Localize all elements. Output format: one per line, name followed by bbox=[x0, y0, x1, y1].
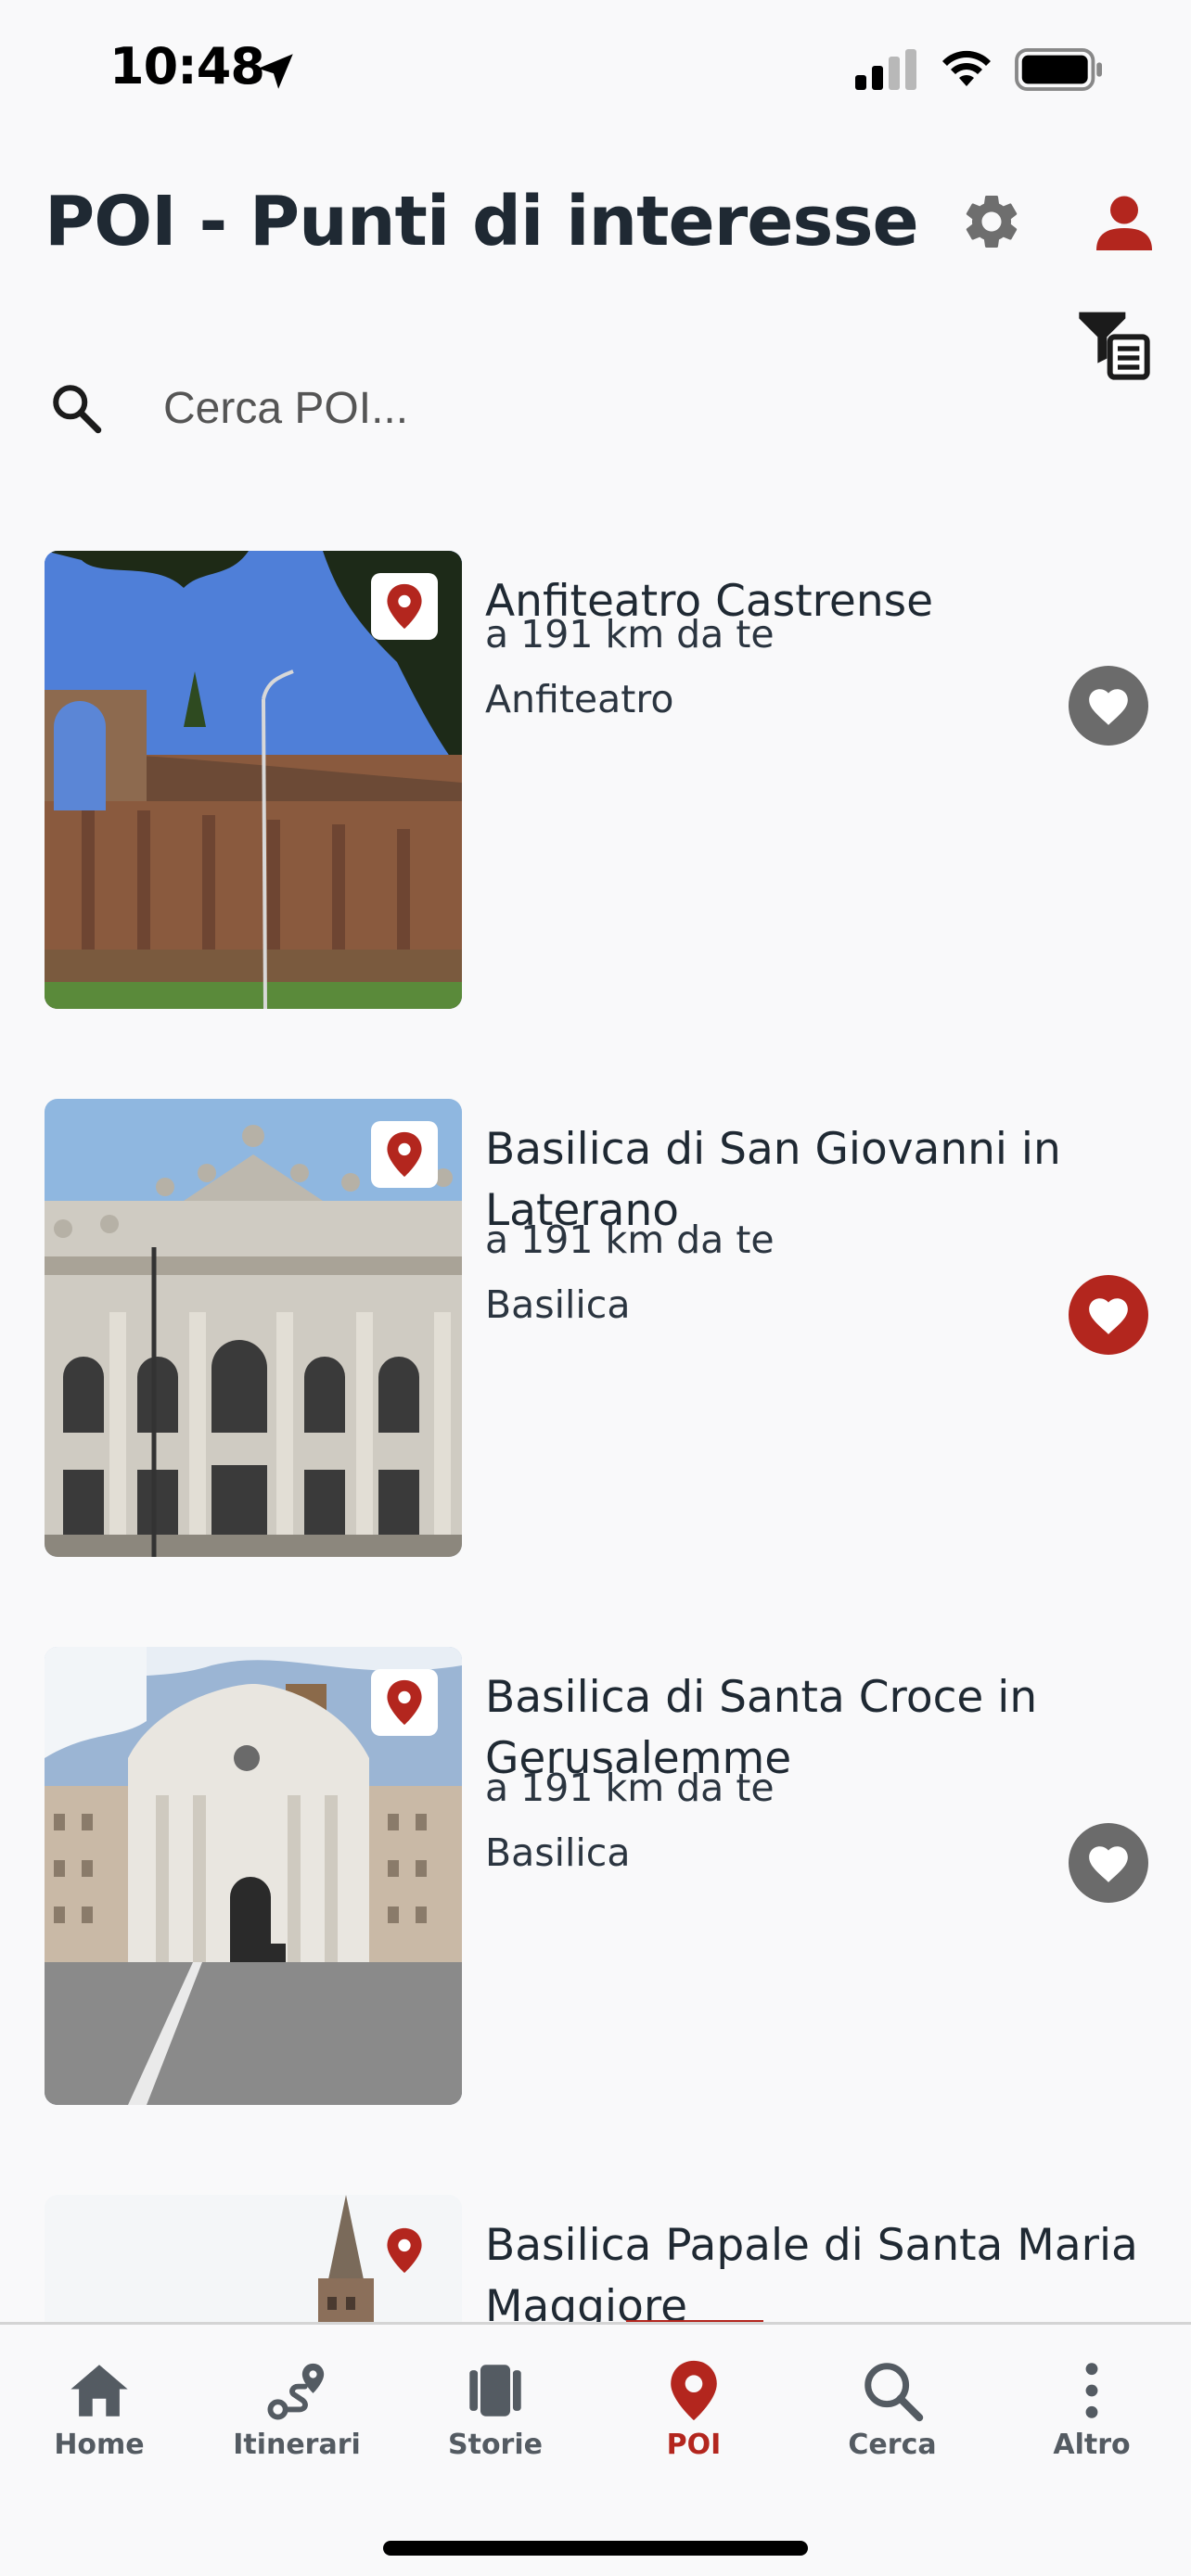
map-pin-icon bbox=[387, 1131, 422, 1178]
cellular-signal-icon bbox=[855, 49, 916, 90]
poi-list-item[interactable]: Basilica Papale di Santa Maria Maggiore bbox=[45, 2195, 1158, 2322]
tab-altro[interactable]: Altro bbox=[992, 2325, 1191, 2473]
poi-image-santa-maria-maggiore bbox=[45, 2195, 462, 2322]
poi-list-item[interactable]: Basilica di San Giovanni in Laterano a 1… bbox=[45, 1099, 1158, 1562]
map-pin-icon bbox=[671, 2360, 717, 2421]
tab-label: Storie bbox=[448, 2429, 543, 2461]
search-input[interactable] bbox=[163, 371, 905, 445]
poi-list-item[interactable]: Basilica di Santa Croce in Gerusalemme a… bbox=[45, 1647, 1158, 2111]
poi-image-santa-croce bbox=[45, 1647, 462, 2105]
map-pin-badge[interactable] bbox=[371, 1669, 438, 1736]
map-pin-badge[interactable] bbox=[371, 573, 438, 640]
search-icon bbox=[53, 385, 102, 434]
poi-distance: a 191 km da te bbox=[485, 1766, 775, 1810]
heart-icon bbox=[1089, 1298, 1128, 1334]
favorite-button[interactable] bbox=[1069, 1275, 1148, 1355]
page-title: POI - Punti di interesse bbox=[45, 182, 919, 261]
favorite-button[interactable] bbox=[1069, 1823, 1148, 1903]
poi-category: Basilica bbox=[485, 1282, 631, 1327]
map-pin-badge[interactable] bbox=[371, 2217, 438, 2284]
heart-icon bbox=[1089, 689, 1128, 725]
tab-cerca[interactable]: Cerca bbox=[793, 2325, 992, 2473]
poi-category: Basilica bbox=[485, 1830, 631, 1875]
more-icon bbox=[1085, 2363, 1098, 2418]
tab-label: Itinerari bbox=[233, 2429, 361, 2461]
stories-icon bbox=[469, 2365, 521, 2417]
wifi-icon bbox=[942, 50, 991, 86]
map-pin-icon bbox=[387, 2227, 422, 2274]
tab-poi[interactable]: POI bbox=[595, 2325, 793, 2473]
tab-itinerari[interactable]: Itinerari bbox=[198, 2325, 396, 2473]
home-icon bbox=[70, 2365, 128, 2417]
map-pin-icon bbox=[387, 1679, 422, 1726]
heart-icon bbox=[1089, 1846, 1128, 1882]
poi-distance: a 191 km da te bbox=[485, 1218, 775, 1262]
map-pin-icon bbox=[387, 583, 422, 630]
status-time: 10:48 bbox=[109, 37, 265, 96]
tab-label: POI bbox=[666, 2429, 722, 2461]
filter-list-icon[interactable] bbox=[1076, 306, 1150, 380]
poi-distance: a 191 km da te bbox=[485, 612, 775, 657]
tab-label: Home bbox=[54, 2429, 145, 2461]
favorite-button[interactable] bbox=[1069, 666, 1148, 746]
home-indicator[interactable] bbox=[383, 2541, 808, 2556]
tab-bar: Home Itinerari Storie POI Cerca Altro bbox=[0, 2322, 1191, 2576]
user-profile-icon[interactable] bbox=[1091, 189, 1158, 256]
search-icon bbox=[864, 2363, 924, 2422]
poi-image-san-giovanni bbox=[45, 1099, 462, 1557]
map-pin-badge[interactable] bbox=[371, 1121, 438, 1188]
route-icon bbox=[267, 2363, 325, 2420]
settings-gear-icon[interactable] bbox=[959, 189, 1024, 254]
battery-icon bbox=[1015, 48, 1102, 91]
location-arrow-icon bbox=[258, 54, 293, 89]
tab-storie[interactable]: Storie bbox=[396, 2325, 595, 2473]
status-bar: 10:48 bbox=[0, 0, 1191, 139]
poi-name: Basilica Papale di Santa Maria Maggiore bbox=[485, 2220, 1138, 2322]
poi-list-item[interactable]: Anfiteatro Castrense a 191 km da te Anfi… bbox=[45, 551, 1158, 1014]
tab-label: Cerca bbox=[848, 2429, 937, 2461]
poi-category: Anfiteatro bbox=[485, 677, 674, 721]
tab-label: Altro bbox=[1053, 2429, 1131, 2461]
tab-home[interactable]: Home bbox=[0, 2325, 198, 2473]
poi-image-anfiteatro bbox=[45, 551, 462, 1009]
